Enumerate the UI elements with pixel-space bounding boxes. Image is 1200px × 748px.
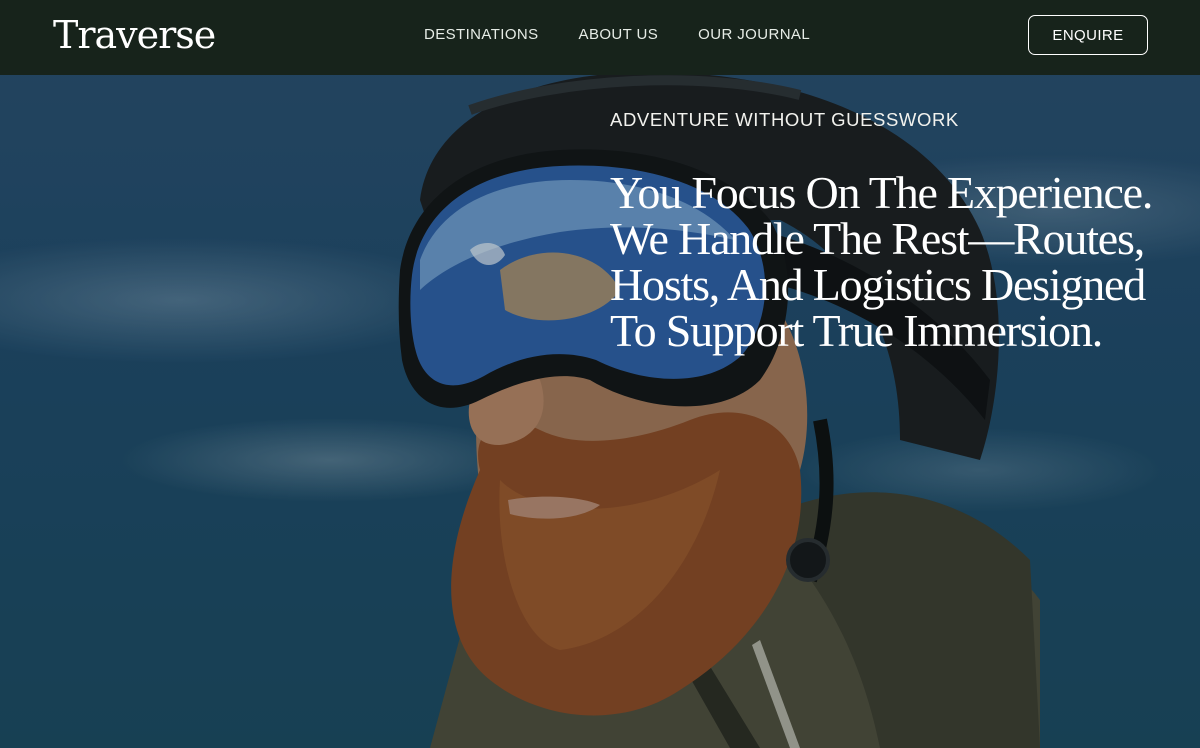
- hero-text-block: ADVENTURE WITHOUT GUESSWORK You Focus On…: [610, 108, 1170, 354]
- nav-link-destinations[interactable]: DESTINATIONS: [424, 26, 539, 44]
- brand-logo[interactable]: Traverse: [53, 12, 216, 58]
- primary-nav: DESTINATIONS ABOUT US OUR JOURNAL: [424, 26, 810, 44]
- hero-headline: You Focus On The Experience. We Handle T…: [610, 167, 1153, 356]
- enquire-button[interactable]: ENQUIRE: [1028, 15, 1148, 55]
- nav-link-about-us[interactable]: ABOUT US: [579, 26, 659, 44]
- top-navigation-bar: Traverse DESTINATIONS ABOUT US OUR JOURN…: [0, 0, 1200, 75]
- hero-eyebrow: ADVENTURE WITHOUT GUESSWORK: [610, 109, 959, 130]
- nav-link-our-journal[interactable]: OUR JOURNAL: [698, 26, 810, 44]
